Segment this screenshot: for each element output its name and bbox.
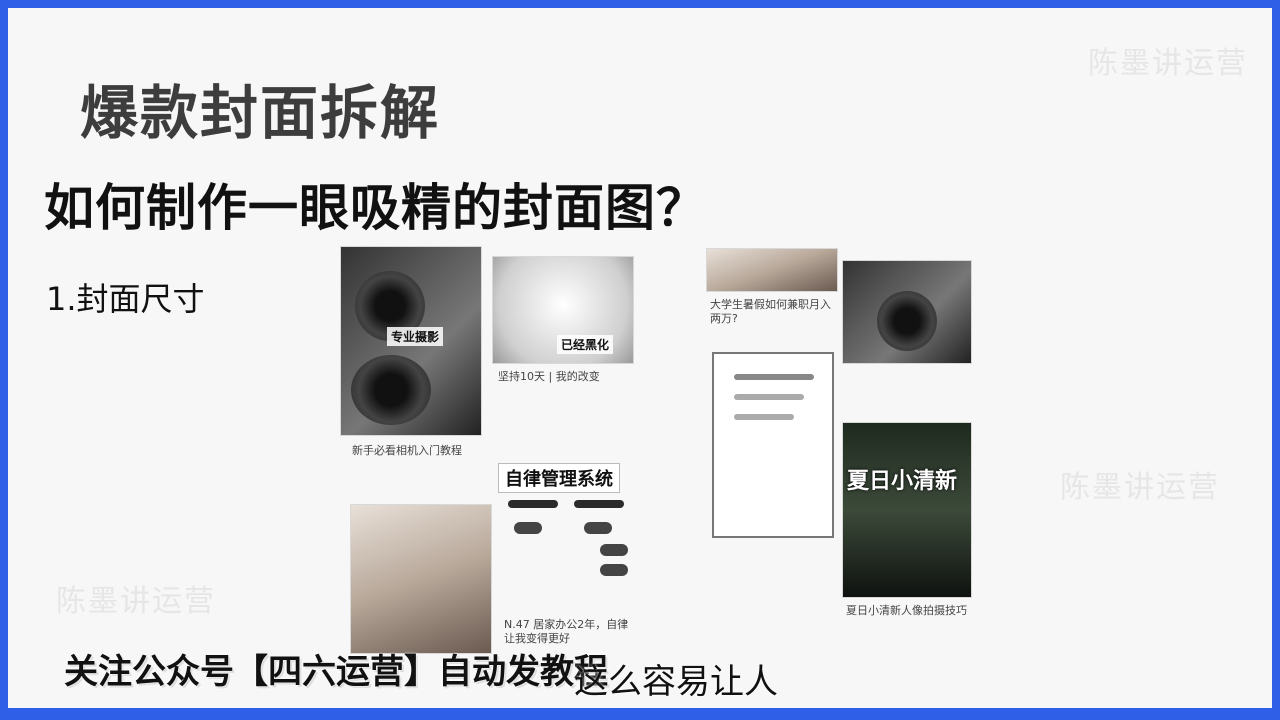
cover-card-camera: 专业摄影	[340, 246, 482, 436]
cover-card-portrait	[350, 504, 492, 654]
cover-tag: 已经黑化	[557, 335, 614, 354]
doc-pill	[600, 544, 628, 556]
screenshot-line	[734, 414, 794, 420]
promo-subtitle: 关注公众号【四六运营】自动发教程	[64, 652, 608, 692]
cover-card-screenshot	[712, 352, 834, 538]
watermark-right: 陈墨讲运营	[1060, 470, 1220, 505]
section-heading: 1.封面尺寸	[46, 280, 205, 318]
cover-card-camera-2	[842, 260, 972, 364]
slide-title: 爆款封面拆解	[80, 79, 441, 147]
screenshot-line	[734, 374, 814, 380]
screenshot-line	[734, 394, 804, 400]
card-caption: 大学生暑假如何兼职月入两万?	[710, 298, 831, 325]
doc-bar	[574, 500, 624, 508]
doc-title: 自律管理系统	[498, 463, 620, 493]
camera-lens-icon	[877, 291, 937, 351]
cover-tag: 夏日小清新	[847, 469, 958, 494]
cover-card-student	[706, 248, 838, 292]
doc-pill	[584, 522, 612, 534]
card-caption: 夏日小清新人像拍摄技巧	[846, 604, 967, 617]
cover-card-forest: 夏日小清新	[842, 422, 972, 598]
card-caption: N.47 居家办公2年，自律让我变得更好	[504, 618, 629, 645]
video-caption: 这么容易让人	[574, 662, 778, 702]
cover-card-light: 已经黑化	[492, 256, 634, 364]
doc-pill	[514, 522, 542, 534]
cover-collage: 专业摄影 新手必看相机入门教程 已经黑化 坚持10天 | 我的改变 自律管理系统…	[338, 238, 978, 708]
doc-bar	[508, 500, 558, 508]
watermark-top-right: 陈墨讲运营	[1088, 46, 1248, 81]
card-caption: 坚持10天 | 我的改变	[498, 370, 600, 383]
doc-pill	[600, 564, 628, 576]
cover-tag: 专业摄影	[387, 327, 444, 346]
slide-subtitle: 如何制作一眼吸精的封面图？	[44, 179, 707, 237]
card-caption: 新手必看相机入门教程	[352, 444, 462, 457]
watermark-left: 陈墨讲运营	[56, 584, 216, 619]
slide: 爆款封面拆解 如何制作一眼吸精的封面图？ 1.封面尺寸 陈墨讲运营 陈墨讲运营 …	[8, 8, 1272, 708]
camera-lens-icon	[351, 355, 431, 425]
